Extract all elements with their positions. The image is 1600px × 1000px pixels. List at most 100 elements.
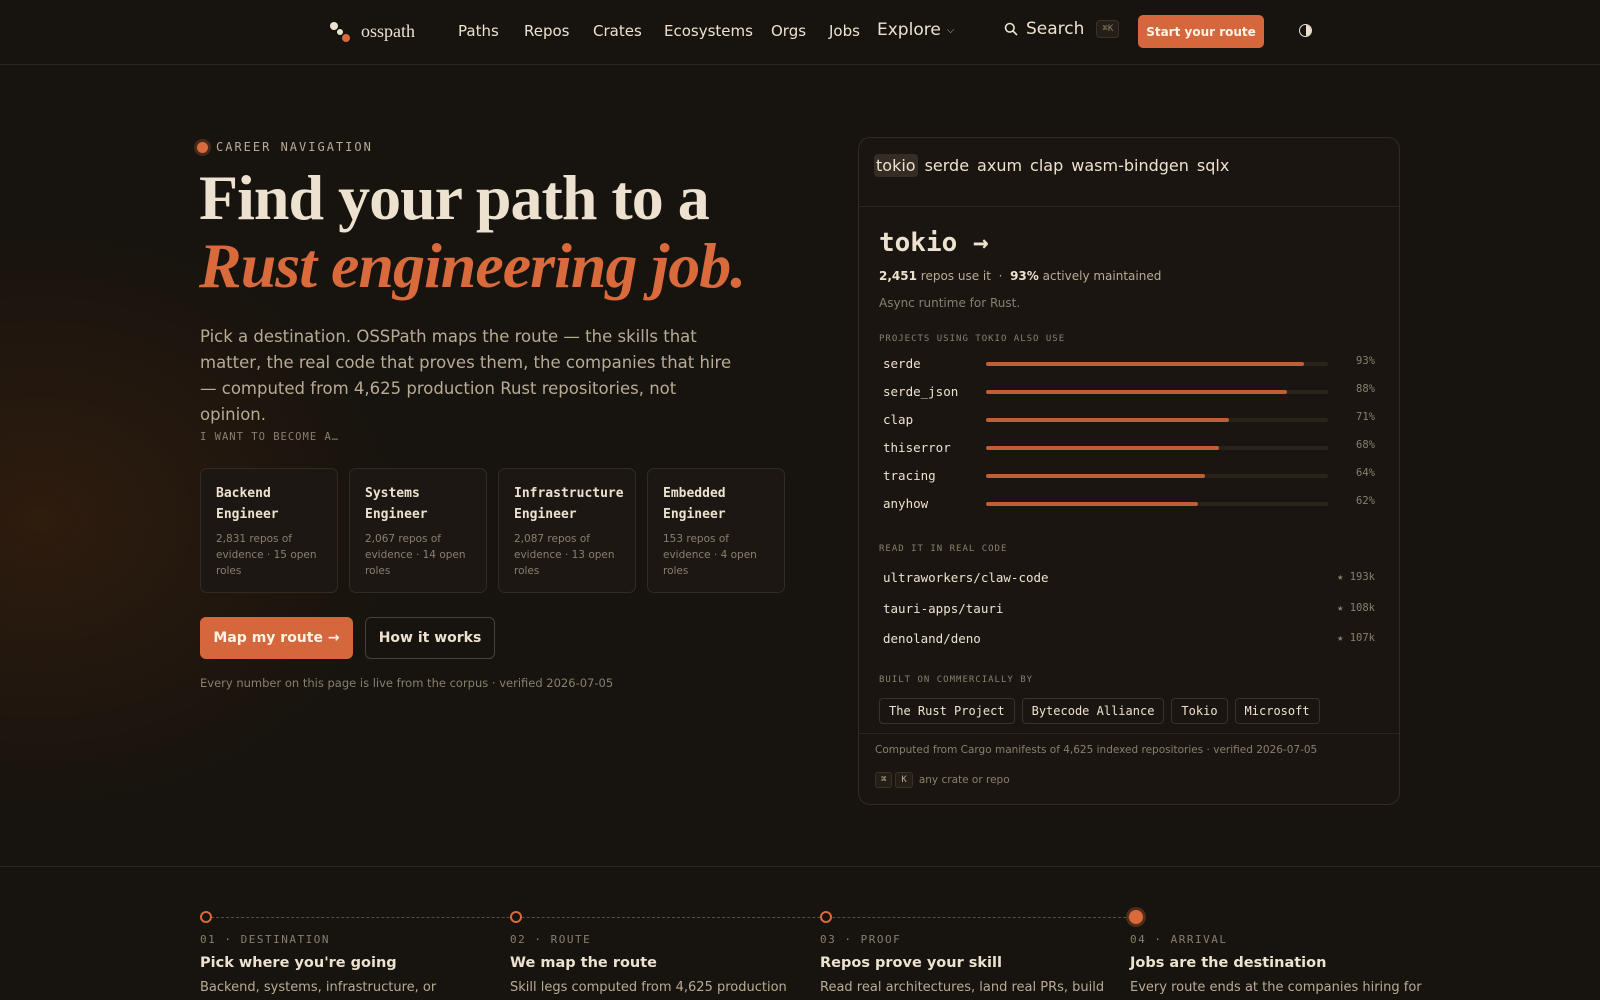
repo-name: denoland/deno — [883, 631, 981, 646]
how-it-works-button[interactable]: How it works — [365, 617, 495, 659]
cooccur-label: PROJECTS USING TOKIO ALSO USE — [879, 334, 1066, 344]
step-title: We map the route — [510, 955, 658, 971]
cooccur-row[interactable]: tracing 64% — [883, 464, 1375, 492]
top-nav: osspath Paths Repos Crates Ecosystems Or… — [0, 0, 1600, 65]
step-marker-icon — [510, 911, 522, 923]
nav-link-jobs[interactable]: Jobs — [829, 22, 860, 40]
eyebrow-dot-icon — [197, 141, 208, 153]
hero-lede: Pick a destination. OSSPath maps the rou… — [200, 327, 732, 424]
start-route-button[interactable]: Start your route — [1138, 15, 1264, 48]
nav-link-repos[interactable]: Repos — [524, 22, 570, 40]
cooccur-bar-track — [986, 474, 1328, 478]
map-route-button[interactable]: Map my route → — [200, 617, 353, 659]
crate-tab-serde[interactable]: serde — [924, 154, 970, 177]
repo-list: ultraworkers/claw-code ★ 193k tauri-apps… — [883, 566, 1375, 658]
repos-label: repos use it — [920, 269, 991, 283]
cooccur-crate-name: serde — [883, 356, 921, 371]
cooccur-bar-fill — [986, 502, 1199, 506]
step-marker-icon — [200, 911, 212, 923]
step-proof: 03 · PROOF Repos prove your skill Read r… — [820, 933, 1110, 995]
crate-tabs: tokio serde axum clap wasm-bindgen sqlx — [874, 154, 1230, 177]
search-button[interactable]: Search ⌘K — [1004, 19, 1120, 39]
crate-tab-axum[interactable]: axum — [976, 154, 1023, 177]
live-data-note: Every number on this page is live from t… — [200, 676, 614, 690]
panel-divider — [859, 733, 1399, 734]
step-label: 01 · DESTINATION — [200, 933, 330, 946]
cooccur-bar-fill — [986, 418, 1229, 422]
search-icon — [1004, 22, 1018, 36]
step-desc: Skill legs computed from 4,625 productio… — [510, 980, 787, 995]
role-meta: 2,831 repos of evidence · 15 open roles — [216, 533, 317, 577]
step-label: 04 · ARRIVAL — [1130, 933, 1228, 946]
search-shortcut: ⌘K — [1096, 20, 1120, 38]
cooccur-row[interactable]: serde 93% — [883, 352, 1375, 380]
repo-row[interactable]: tauri-apps/tauri ★ 108k — [883, 597, 1375, 628]
crate-stats: 2,451 repos use it · 93% actively mainta… — [879, 269, 1161, 283]
cooccur-row[interactable]: serde_json 88% — [883, 380, 1375, 408]
computed-note: Computed from Cargo manifests of 4,625 i… — [875, 744, 1318, 756]
repo-row[interactable]: ultraworkers/claw-code ★ 193k — [883, 566, 1375, 597]
explore-label: Explore — [877, 20, 941, 40]
cooccur-crate-name: serde_json — [883, 384, 959, 399]
cooccur-bar-fill — [986, 446, 1219, 450]
cooccur-row[interactable]: thiserror 68% — [883, 436, 1375, 464]
real-code-label: READ IT IN REAL CODE — [879, 544, 1008, 554]
theme-toggle-icon[interactable] — [1299, 24, 1312, 37]
nav-link-ecosystems[interactable]: Ecosystems — [664, 22, 753, 40]
cooccur-bar-fill — [986, 390, 1287, 394]
role-card-infrastructure[interactable]: Infrastructure Engineer 2,087 repos of e… — [498, 468, 636, 593]
crate-tab-clap[interactable]: clap — [1029, 154, 1064, 177]
explore-menu[interactable]: Explore ⌵ — [877, 20, 954, 40]
cooccur-row[interactable]: anyhow 62% — [883, 492, 1375, 520]
role-cards: Backend Engineer 2,831 repos of evidence… — [200, 468, 785, 593]
role-card-systems[interactable]: Systems Engineer 2,067 repos of evidence… — [349, 468, 487, 593]
cooccur-pct: 71% — [1356, 411, 1375, 423]
cooccur-row[interactable]: clap 71% — [883, 408, 1375, 436]
hero-title-line2: Rust engineering job. — [199, 230, 746, 301]
step-route: 02 · ROUTE We map the route Skill legs c… — [510, 933, 800, 995]
cooccur-pct: 88% — [1356, 383, 1375, 395]
step-label: 03 · PROOF — [820, 933, 902, 946]
step-label: 02 · ROUTE — [510, 933, 592, 946]
org-pill[interactable]: The Rust Project — [879, 698, 1015, 724]
cooccur-list: serde 93% serde_json 88% clap 71% thiserror 68%… — [883, 352, 1375, 520]
cooccur-bar-track — [986, 390, 1328, 394]
org-pill[interactable]: Microsoft — [1234, 698, 1320, 724]
crate-tab-tokio[interactable]: tokio — [874, 154, 918, 177]
step-desc: Read real architectures, land real PRs, … — [820, 980, 1105, 995]
logo[interactable]: osspath — [329, 20, 415, 42]
kbd-key: K — [895, 772, 913, 788]
roles-label: I WANT TO BECOME A… — [200, 431, 340, 443]
role-title: Infrastructure Engineer — [514, 486, 624, 522]
panel-divider — [859, 206, 1399, 207]
step-title: Repos prove your skill — [820, 955, 1002, 971]
repo-stars: ★ 193k — [1337, 571, 1375, 583]
step-destination: 01 · DESTINATION Pick where you're going… — [200, 933, 490, 995]
repo-row[interactable]: denoland/deno ★ 107k — [883, 627, 1375, 658]
commercial-label: BUILT ON COMMERCIALLY BY — [879, 675, 1034, 685]
role-card-embedded[interactable]: Embedded Engineer 153 repos of evidence … — [647, 468, 785, 593]
nav-link-crates[interactable]: Crates — [593, 22, 642, 40]
repo-name: tauri-apps/tauri — [883, 600, 1004, 616]
role-meta: 2,067 repos of evidence · 14 open roles — [365, 533, 466, 577]
org-pill[interactable]: Tokio — [1171, 698, 1228, 724]
kbd-key: ⌘ — [875, 772, 893, 788]
repos-count: 2,451 — [879, 269, 917, 283]
crate-name-link[interactable]: tokio → — [879, 228, 989, 258]
cooccur-bar-track — [986, 502, 1328, 506]
crate-tab-wasm-bindgen[interactable]: wasm-bindgen — [1070, 154, 1190, 177]
nav-link-orgs[interactable]: Orgs — [771, 22, 806, 40]
chevron-down-icon: ⌵ — [946, 24, 955, 36]
maintained-label: actively maintained — [1042, 269, 1162, 283]
role-card-backend[interactable]: Backend Engineer 2,831 repos of evidence… — [200, 468, 338, 593]
role-meta: 153 repos of evidence · 4 open roles — [663, 533, 757, 577]
cooccur-bar-track — [986, 362, 1328, 366]
role-meta: 2,087 repos of evidence · 13 open roles — [514, 533, 615, 577]
repo-name: ultraworkers/claw-code — [883, 570, 1049, 585]
cooccur-crate-name: thiserror — [883, 440, 951, 455]
nav-link-paths[interactable]: Paths — [458, 22, 499, 40]
hero-eyebrow: CAREER NAVIGATION — [197, 140, 373, 154]
crate-tab-sqlx[interactable]: sqlx — [1196, 154, 1230, 177]
step-marker-final-icon — [1129, 910, 1143, 924]
org-pill[interactable]: Bytecode Alliance — [1021, 698, 1165, 724]
